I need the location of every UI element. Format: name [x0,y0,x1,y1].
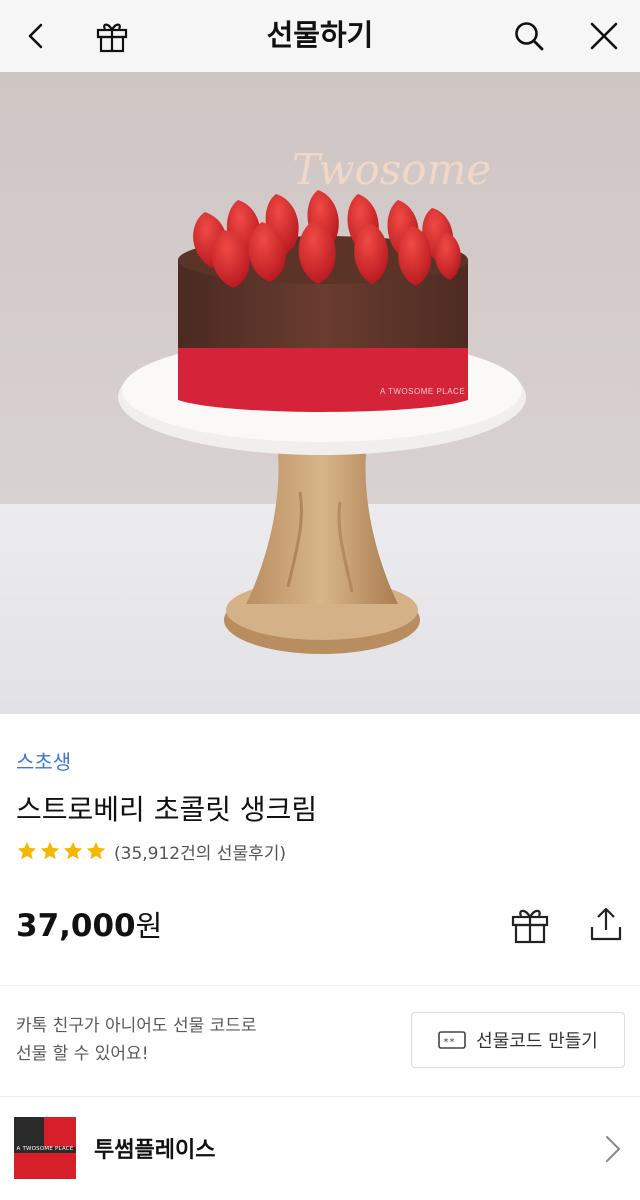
store-logo-text: A TWOSOME PLACE [16,1146,74,1152]
star-rating [16,840,108,862]
create-gift-code-label: 선물코드 만들기 [476,1031,598,1052]
star-icon [86,841,106,860]
section-divider [0,1096,640,1097]
price-amount: 37,000 [16,908,136,944]
store-logo: A TWOSOME PLACE [14,1117,76,1179]
product-name: 스트로베리 초콜릿 생크림 [16,793,318,826]
gift-code-note-line: 카톡 친구가 아니어도 선물 코드로 [16,1016,257,1036]
rating-summary[interactable]: (35,912건의 선물후기) [16,838,286,864]
gift-icon [511,909,549,944]
share-button[interactable] [582,900,630,948]
gift-code-note: 카톡 친구가 아니어도 선물 코드로 선물 할 수 있어요! [16,1012,316,1068]
gift-code-note-line: 선물 할 수 있어요! [16,1044,149,1064]
section-divider [0,985,640,986]
star-icon [40,841,60,860]
search-button[interactable] [505,12,553,60]
store-name: 투썸플레이스 [94,1138,216,1163]
price-unit: 원 [135,909,163,943]
gift-box-button[interactable] [88,12,136,60]
product-price: 37,000원 [16,903,162,945]
star-icon [17,841,37,860]
svg-text:A TWOSOME PLACE: A TWOSOME PLACE [380,387,465,396]
gift-icon [96,23,128,53]
create-gift-code-button[interactable]: ** 선물코드 만들기 [411,1012,625,1068]
chevron-left-icon [28,23,43,49]
ticket-icon: ** [438,1031,466,1049]
svg-text:Twosome: Twosome [292,145,491,194]
gift-wrap-button[interactable] [506,900,554,948]
close-icon [590,22,618,50]
chevron-right-icon [606,1136,620,1162]
top-bar: 선물하기 [0,0,640,72]
share-icon [590,907,622,941]
search-icon [515,22,544,51]
star-icon [63,841,83,860]
back-button[interactable] [12,12,60,60]
review-count: (35,912건의 선물후기) [114,843,286,864]
close-button[interactable] [580,12,628,60]
ticket-icon-text: ** [443,1037,455,1048]
store-link[interactable]: A TWOSOME PLACE 투썸플레이스 [0,1100,640,1200]
brand-link[interactable]: 스초생 [16,746,71,775]
product-image: A TWOSOME PLACE Twosome [0,72,640,714]
